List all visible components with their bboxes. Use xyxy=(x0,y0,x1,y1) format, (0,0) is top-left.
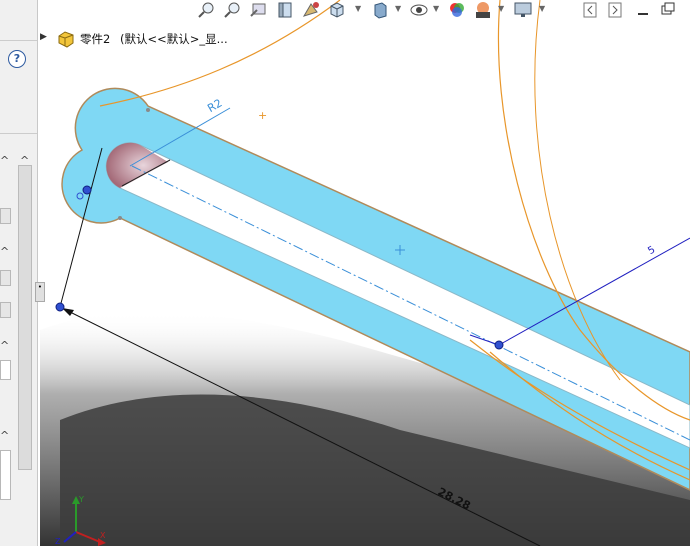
chevron-down-icon[interactable]: ▼ xyxy=(355,4,361,13)
property-manager-strip: ? ^ ^ ^ ^ ^ • xyxy=(0,0,45,546)
sketch-point-3 xyxy=(82,185,92,195)
value-field[interactable] xyxy=(0,360,11,380)
display-style-icon[interactable] xyxy=(370,0,390,20)
option-checkbox[interactable] xyxy=(0,208,11,224)
sketch-point xyxy=(494,340,504,350)
svg-text:Z: Z xyxy=(55,537,61,546)
restore-window-icon[interactable] xyxy=(657,0,677,20)
scene-icon[interactable] xyxy=(473,0,493,20)
edit-appearance-icon[interactable] xyxy=(447,0,467,20)
collapse-chevron-icon[interactable]: ^ xyxy=(0,340,9,352)
expand-arrow-icon[interactable]: ▶ xyxy=(40,32,47,42)
dynamic-annotation-icon[interactable] xyxy=(301,0,321,20)
chevron-down-icon[interactable]: ▼ xyxy=(498,4,504,13)
zoom-to-fit-icon[interactable] xyxy=(197,0,217,20)
svg-text:X: X xyxy=(100,531,106,540)
radius-dimension: R2 xyxy=(205,96,224,115)
view-orientation-icon[interactable] xyxy=(327,0,347,20)
hide-show-icon[interactable] xyxy=(409,0,429,20)
svg-text:+: + xyxy=(258,109,267,122)
previous-view-icon[interactable] xyxy=(249,0,269,20)
model-canvas[interactable]: R2 + 5 28.28 xyxy=(0,0,690,547)
section-view-icon[interactable] xyxy=(275,0,295,20)
collapse-chevron-icon[interactable]: ^ xyxy=(0,246,9,258)
scrollbar[interactable] xyxy=(18,165,32,470)
panel-splitter-handle[interactable]: • xyxy=(35,282,45,302)
svg-text:Y: Y xyxy=(78,495,84,504)
reference-triad: Y X Z xyxy=(55,495,106,546)
next-pane-icon[interactable] xyxy=(605,0,625,20)
heads-up-view-toolbar: ▼ ▼ ▼ ▼ ▼ xyxy=(195,0,690,22)
chevron-down-icon[interactable]: ▼ xyxy=(395,4,401,13)
option-checkbox[interactable] xyxy=(0,270,11,286)
sketch-point-2 xyxy=(55,302,65,312)
graphics-viewport[interactable]: R2 + 5 28.28 ▼ ▼ ▼ ▼ ▼ ▶ 零件2 (默认<<默认>_显.… xyxy=(0,0,690,547)
part-icon xyxy=(58,31,74,48)
chevron-down-icon[interactable]: ▼ xyxy=(433,4,439,13)
display-settings-icon[interactable] xyxy=(513,0,533,20)
help-icon[interactable]: ? xyxy=(8,50,26,68)
zoom-area-icon[interactable] xyxy=(223,0,243,20)
collapse-chevron-icon[interactable]: ^ xyxy=(0,155,9,167)
chevron-down-icon[interactable]: ▼ xyxy=(539,4,545,13)
selection-box[interactable] xyxy=(0,450,11,500)
minimize-window-icon[interactable] xyxy=(633,0,653,20)
part-name: 零件2 xyxy=(80,32,111,46)
option-checkbox[interactable] xyxy=(0,302,11,318)
configuration-label: (默认<<默认>_显... xyxy=(120,32,228,46)
small-dimension: 5 xyxy=(646,244,657,257)
collapse-chevron-icon[interactable]: ^ xyxy=(0,430,9,442)
previous-pane-icon[interactable] xyxy=(580,0,600,20)
